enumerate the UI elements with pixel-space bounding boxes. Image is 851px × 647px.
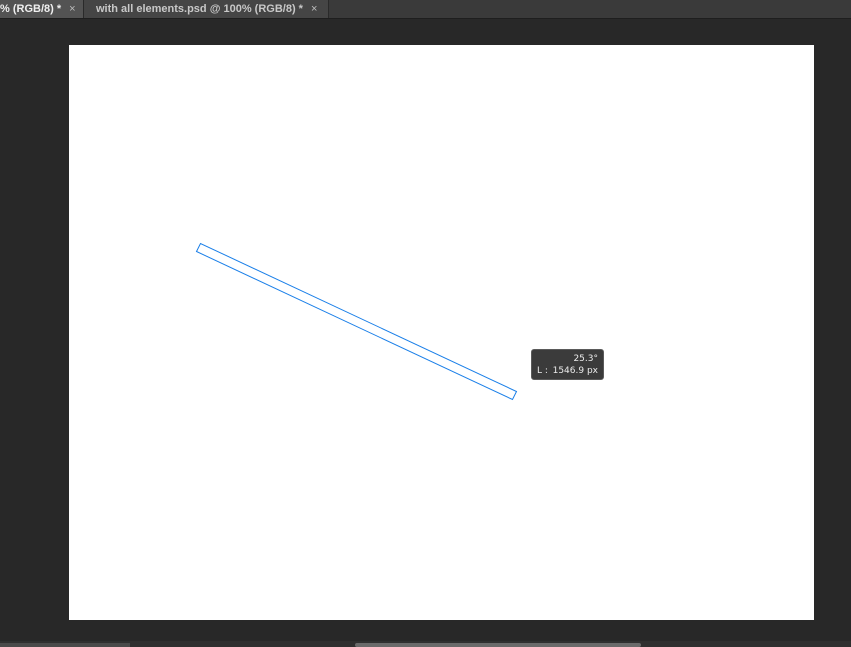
tab-label: % (RGB/8) * — [0, 3, 62, 15]
length-label: L : — [537, 366, 548, 376]
document-tab-bar: % (RGB/8) * × with all elements.psd @ 10… — [0, 0, 851, 19]
tab-document-1[interactable]: % (RGB/8) * × — [0, 0, 84, 18]
close-icon[interactable]: × — [311, 3, 317, 15]
horizontal-scrollbar-thumb[interactable] — [355, 643, 641, 647]
tab-document-2[interactable]: with all elements.psd @ 100% (RGB/8) * × — [84, 0, 329, 18]
document-canvas[interactable] — [69, 45, 814, 620]
angle-readout: 25.3° — [573, 354, 598, 364]
transform-hud: 25.3° L : 1546.9 px — [531, 349, 604, 380]
tab-label: with all elements.psd @ 100% (RGB/8) * — [96, 3, 303, 15]
length-readout: 1546.9 px — [552, 366, 598, 376]
status-bar-left-segment — [0, 643, 130, 647]
close-icon[interactable]: × — [69, 3, 75, 15]
